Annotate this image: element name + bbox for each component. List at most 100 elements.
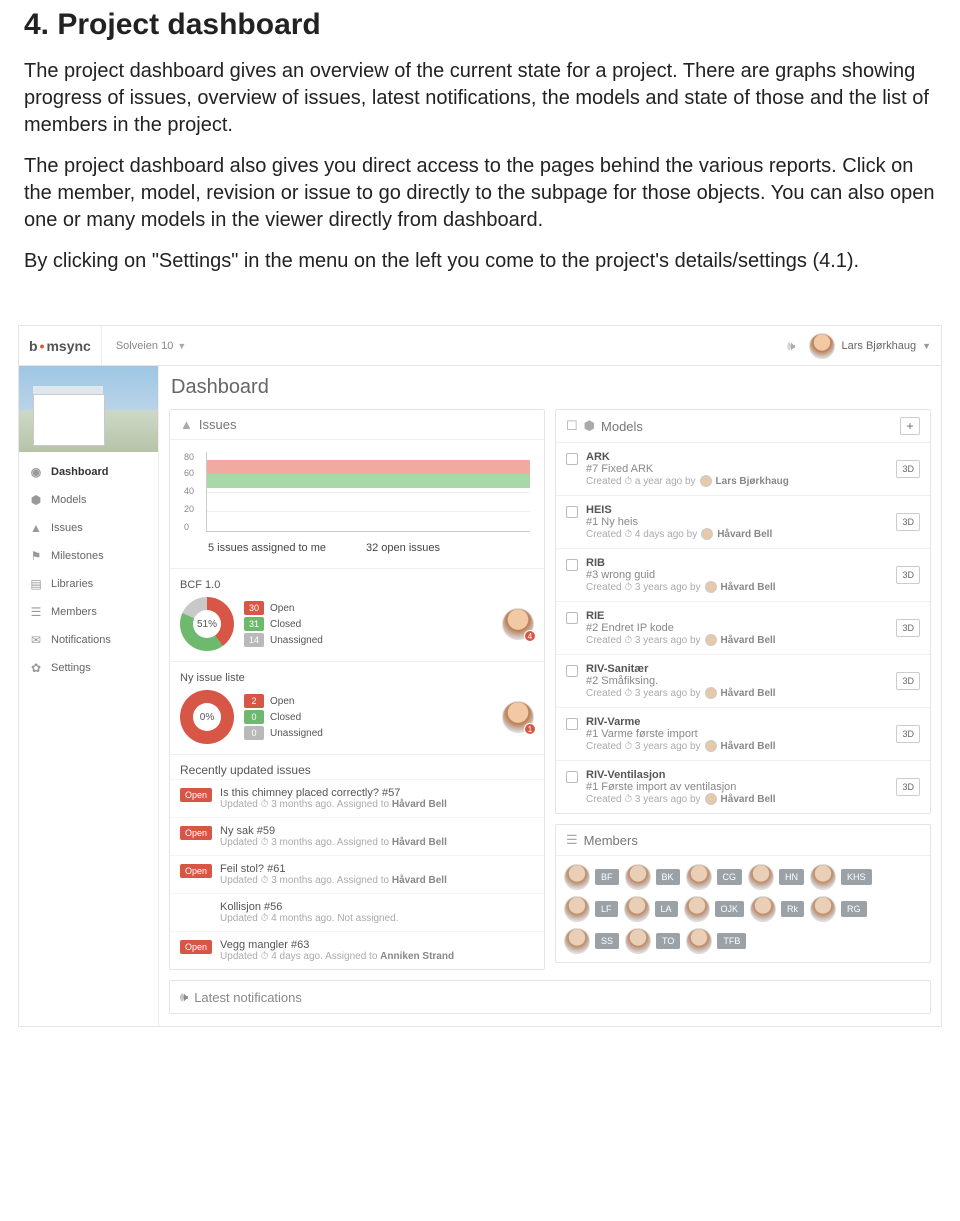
assignee-avatar[interactable]: 4 [502, 608, 534, 640]
open-3d-button[interactable]: 3D [896, 566, 920, 584]
cube-icon: ⬢ [584, 418, 595, 434]
models-panel-title: Models [601, 419, 643, 434]
issues-assigned-stat[interactable]: 5 issues assigned to me [208, 542, 326, 554]
member-chip[interactable]: RG [810, 896, 867, 922]
member-chip[interactable]: TFB [686, 928, 746, 954]
doc-p2: The project dashboard also gives you dir… [24, 153, 936, 234]
open-3d-button[interactable]: 3D [896, 513, 920, 531]
add-model-button[interactable]: + [900, 417, 920, 435]
avatar [686, 928, 712, 954]
model-item[interactable]: RIV-Varme#1 Varme første importCreated ⏱… [556, 707, 930, 760]
issues-open-stat[interactable]: 32 open issues [366, 542, 440, 554]
sidebar-item-models[interactable]: ⬢ Models [19, 486, 158, 514]
open-3d-button[interactable]: 3D [896, 672, 920, 690]
member-chip[interactable]: TO [625, 928, 680, 954]
member-chip[interactable]: BK [625, 864, 680, 890]
recent-issue-item[interactable]: OpenVegg mangler #63Updated ⏱ 4 days ago… [170, 931, 544, 969]
model-checkbox[interactable] [566, 665, 578, 677]
avatar [750, 896, 776, 922]
issue-meta: Updated ⏱ 3 months ago. Assigned to Håva… [220, 875, 447, 886]
nav-icon: ◉ [29, 465, 43, 479]
logo-post: msync [46, 338, 90, 354]
logo[interactable]: b•msync [29, 326, 102, 365]
sidebar-item-issues[interactable]: ▲Issues [19, 514, 158, 542]
logo-pre: b [29, 338, 38, 354]
nav-icon: ⬢ [29, 493, 43, 507]
model-checkbox[interactable] [566, 771, 578, 783]
recent-issue-item[interactable]: OpenFeil stol? #61Updated ⏱ 3 months ago… [170, 855, 544, 893]
member-chip[interactable]: Rk [750, 896, 804, 922]
project-thumbnail[interactable] [19, 366, 158, 452]
model-name: RIE [586, 610, 888, 622]
model-name: RIV-Ventilasjon [586, 769, 888, 781]
recent-issue-item[interactable]: OpenNy sak #59Updated ⏱ 3 months ago. As… [170, 817, 544, 855]
model-item[interactable]: HEIS#1 Ny heisCreated ⏱ 4 days ago by Hå… [556, 495, 930, 548]
sidebar-item-settings[interactable]: ✿Settings [19, 654, 158, 682]
model-item[interactable]: ARK#7 Fixed ARKCreated ⏱ a year ago by L… [556, 443, 930, 495]
member-chip[interactable]: HN [748, 864, 804, 890]
avatar [684, 896, 710, 922]
avatar [564, 928, 590, 954]
model-revision: #2 Småfiksing. [586, 675, 888, 687]
model-item[interactable]: RIE#2 Endret IP kodeCreated ⏱ 3 years ag… [556, 601, 930, 654]
issue-board[interactable]: Ny issue liste0%2Open0Closed0Unassigned1 [170, 661, 544, 754]
open-3d-button[interactable]: 3D [896, 619, 920, 637]
recent-issue-item[interactable]: OpenIs this chimney placed correctly? #5… [170, 779, 544, 817]
model-checkbox[interactable] [566, 612, 578, 624]
members-panel: ☰ Members BFBKCGHNKHSLFLAOJKRkRGSSTOTFB [555, 824, 931, 963]
model-name: RIV-Sanitær [586, 663, 888, 675]
sidebar-item-libraries[interactable]: ▤Libraries [19, 570, 158, 598]
model-checkbox[interactable] [566, 453, 578, 465]
model-revision: #2 Endret IP kode [586, 622, 888, 634]
open-3d-button[interactable]: 3D [896, 460, 920, 478]
avatar [564, 896, 590, 922]
model-item[interactable]: RIV-Ventilasjon#1 Første import av venti… [556, 760, 930, 813]
issues-chart[interactable]: 80 60 40 20 0 [180, 452, 534, 532]
model-revision: #7 Fixed ARK [586, 463, 888, 475]
open-3d-button[interactable]: 3D [896, 778, 920, 796]
nav-label: Members [51, 606, 97, 618]
recent-issue-item[interactable]: Kollisjon #56Updated ⏱ 4 months ago. Not… [170, 893, 544, 931]
warning-icon: ▲ [180, 417, 193, 432]
model-checkbox[interactable] [566, 718, 578, 730]
member-chip[interactable]: SS [564, 928, 619, 954]
model-name: ARK [586, 451, 888, 463]
assignee-avatar[interactable]: 1 [502, 701, 534, 733]
member-chip[interactable]: LA [624, 896, 678, 922]
ytick: 80 [184, 452, 194, 462]
avatar [564, 864, 590, 890]
member-chip[interactable]: LF [564, 896, 618, 922]
ytick: 0 [184, 522, 189, 532]
model-meta: Created ⏱ 3 years ago by Håvard Bell [586, 634, 888, 646]
model-item[interactable]: RIB#3 wrong guidCreated ⏱ 3 years ago by… [556, 548, 930, 601]
member-initials: HN [779, 869, 804, 885]
sidebar-item-milestones[interactable]: ⚑Milestones [19, 542, 158, 570]
member-chip[interactable]: BF [564, 864, 619, 890]
breadcrumb[interactable]: Solveien 10 ▼ [102, 340, 186, 352]
model-checkbox[interactable] [566, 506, 578, 518]
sidebar-item-notifications[interactable]: ✉Notifications [19, 626, 158, 654]
member-chip[interactable]: OJK [684, 896, 745, 922]
member-chip[interactable]: KHS [810, 864, 872, 890]
user-menu[interactable]: Lars Bjørkhaug ▼ [809, 333, 931, 359]
issue-board[interactable]: BCF 1.051%30Open31Closed14Unassigned4 [170, 568, 544, 661]
member-initials: TO [656, 933, 680, 949]
open-3d-button[interactable]: 3D [896, 725, 920, 743]
model-checkbox[interactable] [566, 559, 578, 571]
sidebar-item-members[interactable]: ☰Members [19, 598, 158, 626]
app-screenshot: b•msync Solveien 10 ▼ 🕪 Lars Bjørkhaug ▼… [18, 325, 942, 1027]
project-name: Solveien 10 [116, 340, 174, 352]
model-name: RIB [586, 557, 888, 569]
model-meta: Created ⏱ 3 years ago by Håvard Bell [586, 687, 888, 699]
sidebar-item-dashboard[interactable]: ◉Dashboard [19, 458, 158, 486]
latest-notifications-title: Latest notifications [194, 990, 302, 1005]
nav-label: Libraries [51, 578, 93, 590]
donut-chart: 0% [180, 690, 234, 744]
latest-notifications-panel[interactable]: 🕪 Latest notifications [169, 980, 931, 1014]
member-chip[interactable]: CG [686, 864, 743, 890]
nav-label: Models [51, 494, 86, 506]
bullhorn-icon[interactable]: 🕪 [787, 338, 795, 354]
model-item[interactable]: RIV-Sanitær#2 Småfiksing.Created ⏱ 3 yea… [556, 654, 930, 707]
doc-p1: The project dashboard gives an overview … [24, 58, 936, 139]
nav-label: Issues [51, 522, 83, 534]
